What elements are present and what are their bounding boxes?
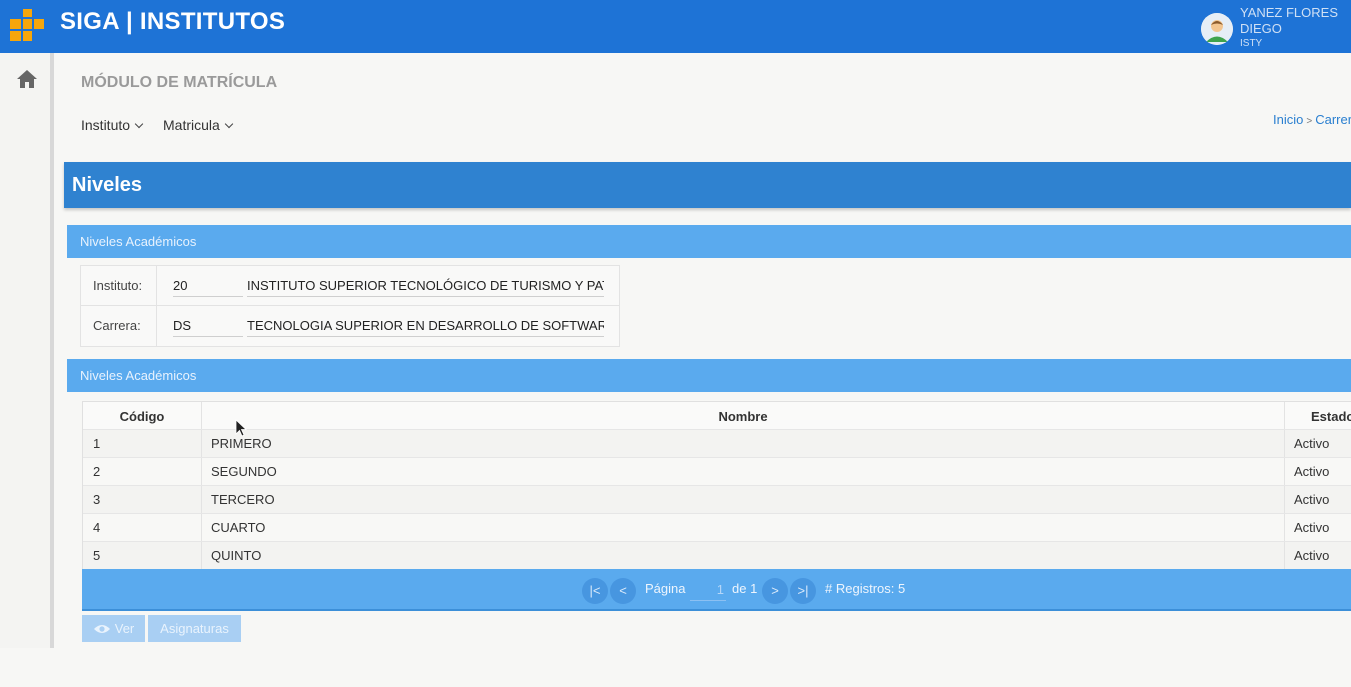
instituto-name-field[interactable]: INSTITUTO SUPERIOR TECNOLÓGICO DE TURISM…	[247, 278, 604, 297]
table-row[interactable]: 3 TERCERO Activo	[83, 486, 1351, 514]
menu-instituto-label: Instituto	[81, 117, 131, 133]
ver-label: Ver	[114, 621, 135, 636]
prev-page-icon[interactable]: <	[610, 578, 636, 604]
app-title: SIGA | INSTITUTOS	[60, 8, 286, 35]
user-institute: ISTY	[1240, 38, 1263, 49]
menu-matricula-label: Matricula	[163, 117, 220, 133]
asignaturas-button[interactable]: Asignaturas	[148, 615, 241, 642]
ver-button[interactable]: Ver	[82, 615, 145, 642]
cell-nombre: TERCERO	[201, 486, 1284, 513]
top-bar: SIGA | INSTITUTOS YANEZ FLORES DIEGO ALE…	[0, 0, 1351, 53]
carrera-code-field[interactable]: DS	[173, 318, 243, 337]
carrera-row: Carrera: DS TECNOLOGIA SUPERIOR EN DESAR…	[81, 306, 619, 346]
divider	[156, 306, 157, 346]
next-page-icon[interactable]: >	[762, 578, 788, 604]
breadcrumb-carrera[interactable]: Carrera	[1315, 112, 1351, 127]
cell-estado: Activo	[1284, 486, 1351, 513]
page-header: Niveles	[64, 162, 1351, 208]
table-row[interactable]: 4 CUARTO Activo	[83, 514, 1351, 542]
chevron-down-icon	[224, 119, 234, 129]
cell-nombre: PRIMERO	[201, 430, 1284, 457]
table-row[interactable]: 2 SEGUNDO Activo	[83, 458, 1351, 486]
table-header-row: Código Nombre Estado	[83, 401, 1351, 430]
eye-icon	[93, 625, 110, 633]
cell-estado: Activo	[1284, 542, 1351, 569]
menu-instituto[interactable]: Instituto	[81, 117, 144, 133]
carrera-label: Carrera:	[93, 318, 141, 333]
home-icon[interactable]	[16, 69, 38, 89]
breadcrumb-separator: >	[1306, 116, 1313, 127]
instituto-row: Instituto: 20 INSTITUTO SUPERIOR TECNOLÓ…	[81, 266, 619, 306]
last-page-icon[interactable]: >|	[790, 578, 816, 604]
page-total: de 1	[732, 581, 758, 596]
cell-codigo: 5	[93, 548, 101, 563]
page-number-input[interactable]: 1	[690, 579, 726, 601]
cell-nombre: CUARTO	[201, 514, 1284, 541]
column-header-nombre[interactable]: Nombre	[201, 402, 1284, 429]
cell-estado: Activo	[1284, 430, 1351, 457]
divider	[156, 266, 157, 306]
niveles-table: Código Nombre Estado 1 PRIMERO Activo 2 SEGU…	[82, 401, 1351, 570]
pager: |< < Página 1 de 1 > >| # Registros: 5	[82, 569, 1351, 611]
section-header: Niveles Académicos	[67, 359, 1351, 392]
table-row[interactable]: 5 QUINTO Activo	[83, 542, 1351, 570]
cell-codigo: 1	[93, 436, 101, 451]
cell-codigo: 4	[93, 520, 101, 535]
breadcrumb: Inicio>Carrera	[1273, 112, 1351, 127]
first-page-icon[interactable]: |<	[582, 578, 608, 604]
section-niveles-info: Niveles Académicos	[67, 225, 1351, 258]
column-header-codigo[interactable]: Código	[83, 402, 201, 429]
section-niveles-grid: Niveles Académicos	[67, 359, 1351, 392]
siga-logo-icon[interactable]	[10, 9, 44, 41]
menu-matricula[interactable]: Matricula	[163, 117, 234, 133]
instituto-label: Instituto:	[93, 278, 143, 293]
chevron-down-icon	[134, 119, 144, 129]
page-title: Niveles	[72, 174, 143, 196]
carrera-name-field[interactable]: TECNOLOGIA SUPERIOR EN DESARROLLO DE SOF…	[247, 318, 604, 337]
instituto-code-field[interactable]: 20	[173, 278, 243, 297]
table-body: 1 PRIMERO Activo 2 SEGUNDO Activo 3 TERCERO Acti…	[83, 430, 1351, 570]
column-header-estado[interactable]: Estado	[1284, 402, 1351, 429]
cell-estado: Activo	[1284, 514, 1351, 541]
cell-codigo: 3	[93, 492, 101, 507]
cell-codigo: 2	[93, 464, 101, 479]
cell-estado: Activo	[1284, 458, 1351, 485]
user-avatar-icon[interactable]	[1201, 13, 1233, 45]
sidebar	[0, 53, 54, 648]
asignaturas-label: Asignaturas	[160, 621, 229, 636]
cell-nombre: SEGUNDO	[201, 458, 1284, 485]
filter-form: Instituto: 20 INSTITUTO SUPERIOR TECNOLÓ…	[80, 265, 620, 347]
records-count: # Registros: 5	[825, 581, 906, 596]
user-name[interactable]: YANEZ FLORES DIEGO ALEXANDER	[1240, 5, 1351, 37]
page-label: Página	[645, 581, 686, 596]
breadcrumb-inicio[interactable]: Inicio	[1273, 112, 1303, 127]
cell-nombre: QUINTO	[201, 542, 1284, 569]
table-row[interactable]: 1 PRIMERO Activo	[83, 430, 1351, 458]
section-header: Niveles Académicos	[67, 225, 1351, 258]
module-title: MÓDULO DE MATRÍCULA	[81, 74, 278, 91]
